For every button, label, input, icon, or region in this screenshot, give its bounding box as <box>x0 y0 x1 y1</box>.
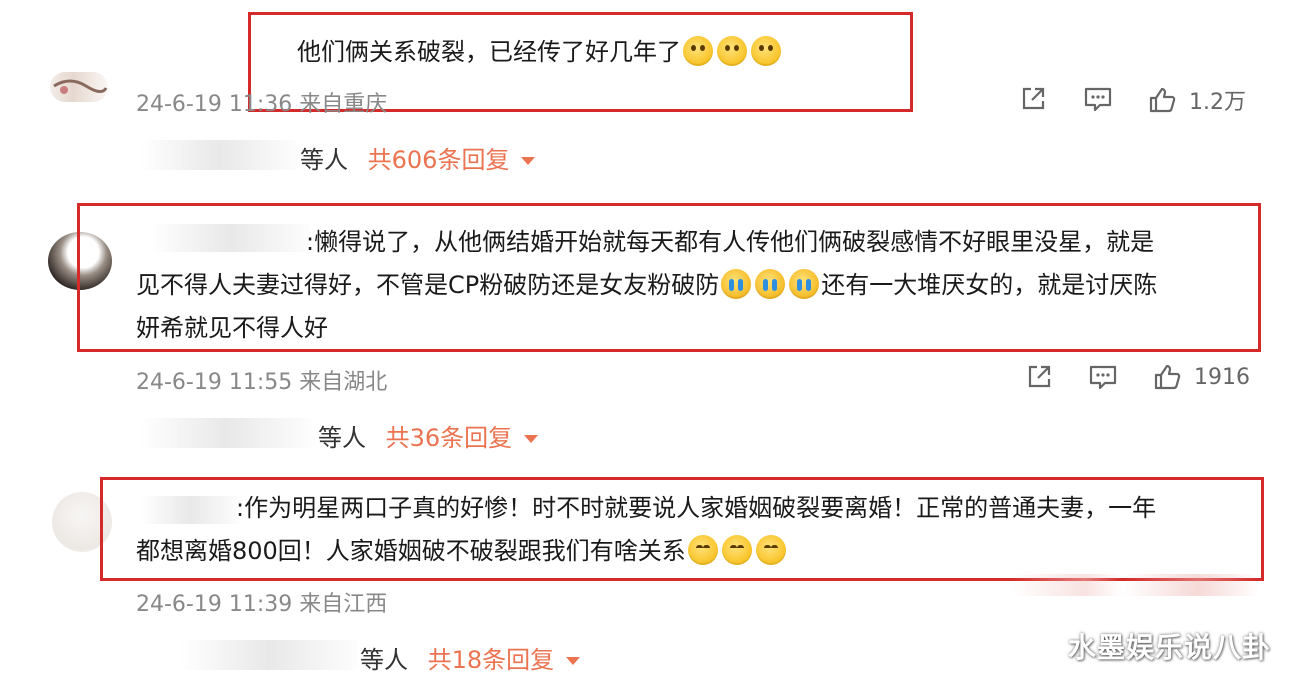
comment-text-line: 他们俩关系破裂，已经传了好几年了 <box>297 38 681 66</box>
reply-count: 共606条回复 <box>367 146 510 174</box>
like-count: 1.2万 <box>1189 90 1246 115</box>
comment-text-segment: 都想离婚800回！人家婚姻破不破裂跟我们有啥关系 <box>136 537 686 565</box>
comment-timestamp: 24-6-19 11:55 来自湖北 <box>136 370 388 395</box>
comment-timestamp: 24-6-19 11:36 来自重庆 <box>136 92 388 117</box>
laughing-emoji-icon <box>755 535 786 565</box>
comment-text-line: 都想离婚800回！人家婚姻破不破裂跟我们有啥关系 <box>136 530 1156 573</box>
pray-hands-emoji-icon <box>683 36 713 66</box>
comment-text-line: :懒得说了，从他俩结婚开始就每天都有人传他们俩破裂感情不好眼里没星，就是 <box>306 228 1155 256</box>
reply-user-avatar <box>140 418 312 448</box>
comment-button[interactable] <box>1088 362 1118 392</box>
comment-icon <box>1084 87 1112 112</box>
laughing-emoji-icon <box>721 535 752 565</box>
comment-text-segment: 见不得人夫妻过得好，不管是CP粉破防还是女友粉破防 <box>136 271 720 299</box>
watermark: 水墨娱乐说八卦 <box>1068 631 1272 664</box>
decorative-smudge <box>1010 574 1260 596</box>
laughing-emoji-icon <box>687 535 718 565</box>
share-button[interactable] <box>1024 362 1054 392</box>
reply-users: 等人 <box>300 146 348 174</box>
crying-emoji-icon <box>721 269 752 299</box>
crying-emoji-icon <box>789 269 820 299</box>
reply-summary-link[interactable]: 等人 共18条回复 <box>360 640 581 675</box>
avatar[interactable] <box>50 72 108 102</box>
chevron-down-icon <box>521 157 536 165</box>
reply-users: 等人 <box>360 646 408 674</box>
reply-user-avatar <box>180 640 358 670</box>
chevron-down-icon <box>524 435 539 443</box>
comment-text: :懒得说了，从他俩结婚开始就每天都有人传他们俩破裂感情不好眼里没星，就是 见不得… <box>136 221 1157 350</box>
reply-users: 等人 <box>318 424 366 452</box>
reply-user-avatar <box>140 140 298 170</box>
thumbs-up-icon <box>1154 364 1181 390</box>
chevron-down-icon <box>566 657 581 665</box>
share-icon <box>1022 87 1045 110</box>
comment-icon <box>1089 365 1117 390</box>
comment-text-segment: 还有一大堆厌女的，就是讨厌陈 <box>821 271 1158 299</box>
share-icon <box>1028 365 1051 388</box>
like-button[interactable]: 1.2万 <box>1147 84 1246 116</box>
comment-button[interactable] <box>1083 84 1113 114</box>
comment-text-line: 妍希就见不得人好 <box>136 314 328 342</box>
comment-text: :作为明星两口子真的好惨！时不时就要说人家婚姻破裂要离婚！正常的普通夫妻，一年 … <box>136 487 1156 573</box>
reply-summary-link[interactable]: 等人 共36条回复 <box>318 418 539 453</box>
crying-emoji-icon <box>755 269 786 299</box>
like-count: 1916 <box>1194 364 1250 390</box>
comment-timestamp: 24-6-19 11:39 来自江西 <box>136 592 388 617</box>
reply-count: 共18条回复 <box>427 646 555 674</box>
comment-text-line: 见不得人夫妻过得好，不管是CP粉破防还是女友粉破防 还有一大堆厌女的，就是讨厌陈 <box>136 264 1157 307</box>
reply-count: 共36条回复 <box>385 424 513 452</box>
comment-text: 他们俩关系破裂，已经传了好几年了 <box>297 31 783 74</box>
pray-hands-emoji-icon <box>751 36 781 66</box>
share-button[interactable] <box>1018 84 1048 114</box>
comment-text-line: :作为明星两口子真的好惨！时不时就要说人家婚姻破裂要离婚！正常的普通夫妻，一年 <box>236 494 1157 522</box>
pray-hands-emoji-icon <box>717 36 747 66</box>
thumbs-up-icon <box>1149 87 1176 113</box>
like-button[interactable]: 1916 <box>1152 362 1250 392</box>
reply-summary-link[interactable]: 等人 共606条回复 <box>300 140 536 175</box>
